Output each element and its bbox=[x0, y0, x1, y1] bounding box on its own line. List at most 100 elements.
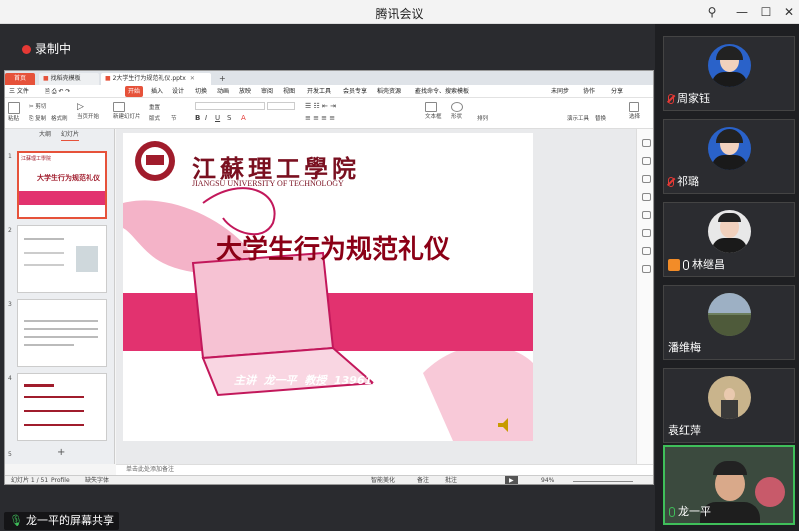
tab-templates-label: 找稻壳模板 bbox=[50, 75, 81, 82]
slide-panel: 大纲 幻灯片 1 江蘇理工學院 大学生行为规范礼仪 2 3 4 5 + bbox=[5, 129, 115, 464]
slide-thumb-4[interactable] bbox=[17, 373, 107, 441]
tab-home[interactable]: 首页 bbox=[5, 73, 35, 85]
zoom-slider[interactable] bbox=[573, 481, 633, 482]
recording-indicator[interactable]: 录制中 bbox=[22, 40, 71, 57]
settings-panel-icon[interactable] bbox=[642, 211, 651, 219]
slide-thumb-1[interactable]: 江蘇理工學院 大学生行为规范礼仪 bbox=[17, 151, 107, 219]
window-title: 腾讯会议 bbox=[375, 7, 424, 21]
menu-design[interactable]: 设计 bbox=[172, 85, 184, 98]
shape-panel-icon[interactable] bbox=[642, 157, 651, 165]
font-color-button[interactable]: A bbox=[241, 114, 246, 122]
menu-file[interactable]: 三 文件 bbox=[9, 85, 29, 98]
list-icon[interactable]: ☰ ☷ ⇤ ⇥ bbox=[305, 102, 336, 110]
slide-thumb-2[interactable] bbox=[17, 225, 107, 293]
participant-tile[interactable]: 周家钰 bbox=[663, 36, 795, 111]
reset-label: 重置 bbox=[149, 105, 161, 111]
menu-review[interactable]: 审阅 bbox=[261, 85, 273, 98]
participant-name: 潘维梅 bbox=[668, 341, 701, 354]
shape-button[interactable]: 形状 bbox=[451, 102, 464, 120]
copy-button[interactable]: ⎘ 复制 bbox=[29, 114, 46, 123]
tab-outline[interactable]: 大纲 bbox=[39, 130, 51, 140]
flourish-right bbox=[423, 345, 533, 441]
template-panel-icon[interactable] bbox=[642, 247, 651, 255]
participant-tile-speaking[interactable]: 龙一平 bbox=[663, 445, 795, 525]
menu-insert[interactable]: 插入 bbox=[151, 85, 163, 98]
participant-name: 袁红萍 bbox=[668, 424, 701, 437]
close-icon[interactable]: ✕ bbox=[780, 3, 798, 21]
textbox-button[interactable]: 文本框 bbox=[425, 102, 442, 120]
menu-collab[interactable]: 协作 bbox=[583, 85, 595, 98]
status-zoom[interactable]: 94% bbox=[541, 476, 554, 484]
menu-developer[interactable]: 开发工具 bbox=[307, 85, 331, 98]
menu-slideshow[interactable]: 放映 bbox=[239, 85, 251, 98]
participant-tile[interactable]: 祁璐 bbox=[663, 119, 795, 194]
play-slideshow-icon[interactable]: ▶ bbox=[505, 476, 518, 484]
play-icon: ▷ bbox=[77, 102, 84, 112]
align-icon[interactable]: ≡ ≡ ≡ ≡ bbox=[305, 114, 335, 122]
status-font-missing[interactable]: 缺失字体 bbox=[85, 476, 109, 484]
menu-start[interactable]: 开始 bbox=[125, 86, 144, 97]
screen-share-label: 🎙 龙一平的屏幕共享 bbox=[4, 512, 119, 530]
bold-button[interactable]: B bbox=[195, 114, 200, 122]
cut-label: 剪切 bbox=[35, 104, 47, 110]
help-panel-icon[interactable] bbox=[642, 229, 651, 237]
animation-panel-icon[interactable] bbox=[642, 193, 651, 201]
font-name-select[interactable] bbox=[195, 102, 265, 110]
status-beautify[interactable]: 智能美化 bbox=[371, 476, 395, 484]
reset-button[interactable]: 重置 bbox=[149, 103, 160, 111]
thumb-number: 4 bbox=[8, 375, 12, 382]
section-button[interactable]: 节 bbox=[171, 114, 177, 122]
menu-animation[interactable]: 动画 bbox=[217, 85, 229, 98]
status-comment[interactable]: 批注 bbox=[445, 476, 457, 484]
select-button[interactable]: 选择 bbox=[629, 102, 640, 120]
presenter-line: 主讲 龙一平 教授 13961122308 bbox=[234, 374, 419, 387]
layout-panel-icon[interactable] bbox=[642, 175, 651, 183]
strike-button[interactable]: S bbox=[227, 114, 231, 122]
notes-area[interactable]: 单击此处添加备注 bbox=[116, 464, 653, 475]
format-painter-button[interactable]: 格式刷 bbox=[51, 114, 68, 122]
italic-button[interactable]: I bbox=[205, 114, 207, 122]
quick-access-icons[interactable]: 🗎 ⎙ ↶ ↷ bbox=[45, 85, 70, 98]
tab-document[interactable]: ■ 2大学生行为规范礼仪.pptx ✕ bbox=[101, 73, 211, 85]
participant-tile[interactable]: 袁红萍 bbox=[663, 368, 795, 443]
wps-window: 首页 ■ 找稻壳模板 ■ 2大学生行为规范礼仪.pptx ✕ + 三 文件 🗎 ⎙… bbox=[4, 70, 654, 485]
tab-slides[interactable]: 幻灯片 bbox=[61, 130, 80, 141]
share-panel-icon[interactable] bbox=[642, 265, 651, 273]
scissors-icon: ✂ bbox=[29, 104, 34, 110]
underline-button[interactable]: U bbox=[215, 114, 220, 122]
presentation-tools-button[interactable]: 演示工具 bbox=[567, 114, 589, 122]
status-notes[interactable]: 备注 bbox=[417, 476, 429, 484]
tab-close-icon[interactable]: ✕ bbox=[190, 75, 195, 82]
thumb1-band bbox=[19, 191, 105, 205]
pin-icon[interactable]: ⚲ bbox=[703, 3, 721, 21]
thumb2-line bbox=[24, 264, 64, 266]
paste-button[interactable]: 粘贴 bbox=[8, 102, 21, 122]
replace-button[interactable]: 替换 bbox=[595, 114, 606, 122]
arrange-button[interactable]: 排列 bbox=[477, 114, 488, 122]
tab-templates[interactable]: ■ 找稻壳模板 bbox=[39, 73, 99, 85]
textbox-icon bbox=[425, 102, 437, 112]
participant-tile[interactable]: 潘维梅 bbox=[663, 285, 795, 360]
cut-button[interactable]: ✂ 剪切 bbox=[29, 102, 46, 110]
pen-icon[interactable] bbox=[642, 139, 651, 147]
maximize-icon[interactable]: ☐ bbox=[757, 3, 775, 21]
font-size-select[interactable] bbox=[267, 102, 295, 110]
thumb1-title: 大学生行为规范礼仪 bbox=[37, 174, 100, 182]
new-tab-icon[interactable]: + bbox=[215, 73, 230, 85]
participant-tile[interactable]: 林继昌 bbox=[663, 202, 795, 277]
menu-transition[interactable]: 切换 bbox=[195, 85, 207, 98]
menu-daoke[interactable]: 稻壳资源 bbox=[377, 85, 401, 98]
layout-button[interactable]: 版式 bbox=[149, 114, 160, 122]
add-slide-icon[interactable]: + bbox=[57, 447, 65, 458]
menu-unsynced[interactable]: 未同步 bbox=[551, 85, 569, 98]
participant-name: 祁璐 bbox=[668, 173, 699, 189]
replace-label: 替换 bbox=[595, 116, 607, 122]
start-slideshow-button[interactable]: ▷ 当页开始 bbox=[77, 102, 99, 120]
slide-thumb-3[interactable] bbox=[17, 299, 107, 367]
menu-member[interactable]: 会员专享 bbox=[343, 85, 367, 98]
minimize-icon[interactable]: — bbox=[733, 3, 751, 21]
menu-share[interactable]: 分享 bbox=[611, 85, 623, 98]
menu-view[interactable]: 视图 bbox=[283, 85, 295, 98]
new-slide-button[interactable]: 新建幻灯片 bbox=[113, 102, 141, 120]
ribbon-menu: 三 文件 🗎 ⎙ ↶ ↷ 开始 插入 设计 切换 动画 放映 审阅 视图 开发工… bbox=[5, 85, 653, 98]
